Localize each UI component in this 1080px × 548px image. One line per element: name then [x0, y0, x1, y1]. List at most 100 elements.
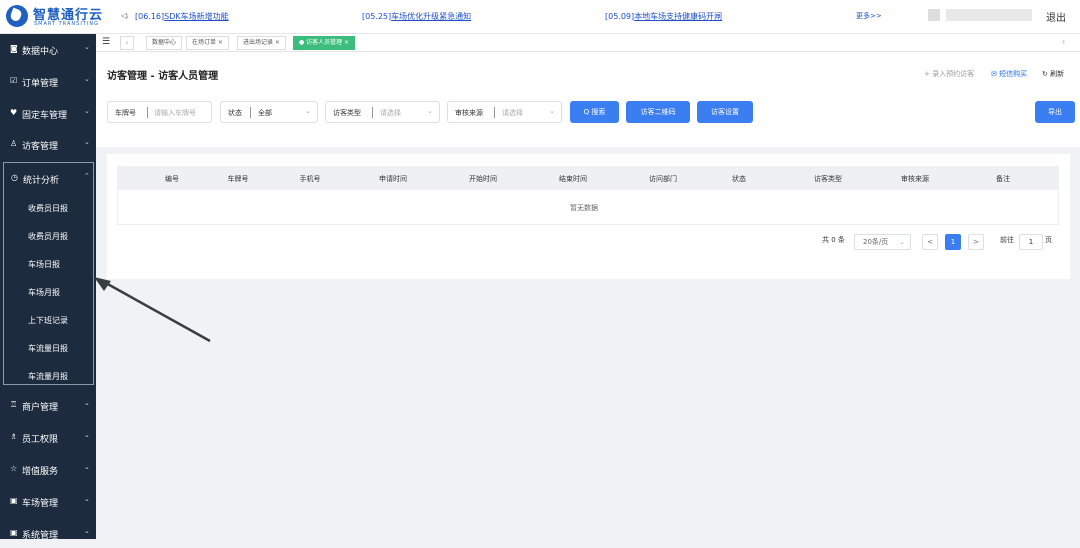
sidebar-item-fixed-cars[interactable]: ♥ 固定车管理 ⌄: [0, 98, 96, 128]
chevron-down-icon: ⌄: [305, 107, 311, 115]
page-number[interactable]: 1: [945, 234, 961, 250]
sidebar-item-visitors[interactable]: ♙ 访客管理 ⌄: [0, 129, 96, 159]
chevron-down-icon: ⌄: [427, 107, 433, 115]
order-icon: ☑: [10, 76, 18, 85]
page-title: 访客管理 - 访客人员管理: [107, 71, 219, 82]
submenu-item[interactable]: 车流量日报: [28, 343, 68, 354]
goto-label: 前往: [1000, 236, 1014, 244]
notice-2[interactable]: [05.25]车场优化升级紧急通知: [362, 11, 471, 22]
export-button[interactable]: 导出: [1035, 101, 1075, 123]
source-select[interactable]: 审核来源 请选择 ⌄: [447, 101, 562, 123]
chevron-down-icon: ⌄: [84, 463, 90, 471]
submenu-item[interactable]: 上下班记录: [28, 315, 68, 326]
add-visitor-link[interactable]: + 录入预约访客: [924, 69, 974, 79]
sidebar-item-system[interactable]: ▣ 系统管理 ⌄: [0, 518, 96, 548]
goto-unit: 页: [1045, 236, 1052, 244]
tab-scroll-right-icon[interactable]: ›: [1062, 37, 1065, 46]
user-name[interactable]: [946, 9, 1032, 21]
submenu-item[interactable]: 车流量月报: [28, 371, 68, 382]
sms-purchase-link[interactable]: ✉ 短信购买: [991, 69, 1027, 79]
visitor-settings-button[interactable]: 访客设置: [697, 101, 753, 123]
column-header: 结束时间: [559, 175, 587, 183]
total-count: 共 0 条: [822, 236, 845, 244]
tab-records[interactable]: 进出场记录 ×: [237, 36, 286, 50]
prev-page-button[interactable]: <: [922, 234, 938, 250]
search-button[interactable]: Q 搜索: [570, 101, 619, 123]
column-header: 手机号: [299, 175, 321, 183]
parking-icon: ▣: [10, 496, 18, 505]
visitor-type-select[interactable]: 访客类型 请选择 ⌄: [325, 101, 440, 123]
speaker-icon: ◁ᵢ: [121, 11, 129, 20]
chevron-down-icon: ⌄: [84, 431, 90, 439]
column-header: 备注: [996, 175, 1010, 183]
clock-icon: ◷: [11, 173, 18, 182]
logo-icon: [6, 5, 28, 27]
empty-message: 暂无数据: [570, 204, 598, 212]
tab-visitor-personnel[interactable]: ● 访客人员管理 ×: [293, 36, 356, 50]
column-header: 审核来源: [901, 175, 929, 183]
chevron-up-icon: ⌃: [84, 172, 90, 180]
sidebar-item-statistics[interactable]: ◷ 统计分析 ⌃: [3, 162, 94, 192]
top-header: 智慧通行云 SMART TRANSITING ◁ᵢ [06.16]SDK车场新增…: [0, 0, 1080, 34]
submenu-item[interactable]: 收费员月报: [28, 231, 68, 242]
table-header: 编号 车牌号 手机号 申请时间 开始时间 结束时间 访问部门 状态 访客类型 审…: [117, 166, 1059, 190]
menu-toggle-icon[interactable]: ☰: [102, 37, 110, 47]
logo[interactable]: 智慧通行云 SMART TRANSITING: [6, 4, 126, 30]
chevron-down-icon: ⌄: [84, 75, 90, 83]
column-header: 申请时间: [379, 175, 407, 183]
sidebar-item-value-added[interactable]: ☆ 增值服务 ⌄: [0, 454, 96, 484]
chevron-down-icon: ⌄: [899, 238, 905, 246]
tab-scroll-left-icon[interactable]: ‹: [120, 36, 134, 50]
column-header: 车牌号: [227, 175, 249, 183]
sidebar: ◙ 数据中心 ⌄ ☑ 订单管理 ⌄ ♥ 固定车管理 ⌄ ♙ 访客管理 ⌄ ◷ 统计分析 ⌃ 收费员日…: [0, 34, 96, 541]
goto-page-input[interactable]: 1: [1019, 234, 1043, 250]
page-size-select[interactable]: 20条/页 ⌄: [854, 234, 911, 250]
logout-button[interactable]: 退出: [1046, 9, 1066, 24]
plate-input[interactable]: 请输入车牌号: [154, 108, 196, 118]
dashboard-icon: ◙: [10, 44, 18, 53]
more-notices-link[interactable]: 更多>>: [856, 11, 882, 21]
next-page-button[interactable]: >: [968, 234, 984, 250]
heart-icon: ♥: [10, 108, 18, 117]
column-header: 编号: [165, 175, 179, 183]
column-header: 访问部门: [649, 175, 677, 183]
chevron-down-icon: ⌄: [84, 107, 90, 115]
chevron-down-icon: ⌄: [84, 399, 90, 407]
users-icon: ♙: [10, 139, 18, 148]
sidebar-item-parking-lots[interactable]: ▣ 车场管理 ⌄: [0, 486, 96, 516]
column-header: 开始时间: [469, 175, 497, 183]
column-header: 状态: [732, 175, 746, 183]
system-icon: ▣: [10, 528, 18, 537]
tab-data-center[interactable]: 数据中心: [146, 36, 183, 50]
chevron-down-icon: ⌄: [84, 527, 90, 535]
submenu-item[interactable]: 车场日报: [28, 259, 60, 270]
table-body: 暂无数据: [117, 190, 1059, 225]
chevron-down-icon: ⌄: [84, 138, 90, 146]
chevron-down-icon: ⌄: [84, 495, 90, 503]
tab-orders[interactable]: 在场订单 ×: [186, 36, 229, 50]
merchant-icon: ♖: [10, 400, 18, 409]
filter-panel: 访客管理 - 访客人员管理 + 录入预约访客 ✉ 短信购买 ↻ 刷新 车牌号 请…: [96, 52, 1080, 147]
notice-3[interactable]: [05.09]本地车场支持健康码开闸: [605, 11, 722, 22]
submenu-item[interactable]: 车场月报: [28, 287, 60, 298]
star-icon: ☆: [10, 464, 18, 473]
column-header: 访客类型: [814, 175, 842, 183]
data-table: 编号 车牌号 手机号 申请时间 开始时间 结束时间 访问部门 状态 访客类型 审…: [107, 154, 1070, 279]
staff-icon: ♗: [10, 432, 18, 441]
chevron-down-icon: ⌄: [549, 107, 555, 115]
chevron-down-icon: ⌄: [84, 43, 90, 51]
status-select[interactable]: 状态 全部 ⌄: [220, 101, 318, 123]
sidebar-item-staff[interactable]: ♗ 员工权限 ⌄: [0, 422, 96, 452]
statistics-submenu: 收费员日报 收费员月报 车场日报 车场月报 上下班记录 车流量日报 车流量月报: [3, 192, 94, 385]
sidebar-item-merchants[interactable]: ♖ 商户管理 ⌄: [0, 390, 96, 420]
sidebar-item-data-center[interactable]: ◙ 数据中心 ⌄: [0, 34, 96, 64]
logo-subtitle: SMART TRANSITING: [34, 21, 99, 27]
submenu-item[interactable]: 收费员日报: [28, 203, 68, 214]
tab-bar: ☰ ‹ 数据中心 在场订单 × 进出场记录 × ● 访客人员管理 × ›: [96, 34, 1080, 52]
visitor-qrcode-button[interactable]: 访客二维码: [626, 101, 690, 123]
sidebar-item-orders[interactable]: ☑ 订单管理 ⌄: [0, 66, 96, 96]
refresh-link[interactable]: ↻ 刷新: [1042, 69, 1064, 79]
notice-1[interactable]: [06.16]SDK车场新增功能: [135, 11, 229, 22]
avatar[interactable]: [928, 9, 940, 21]
plate-field[interactable]: 车牌号 请输入车牌号: [107, 101, 212, 123]
